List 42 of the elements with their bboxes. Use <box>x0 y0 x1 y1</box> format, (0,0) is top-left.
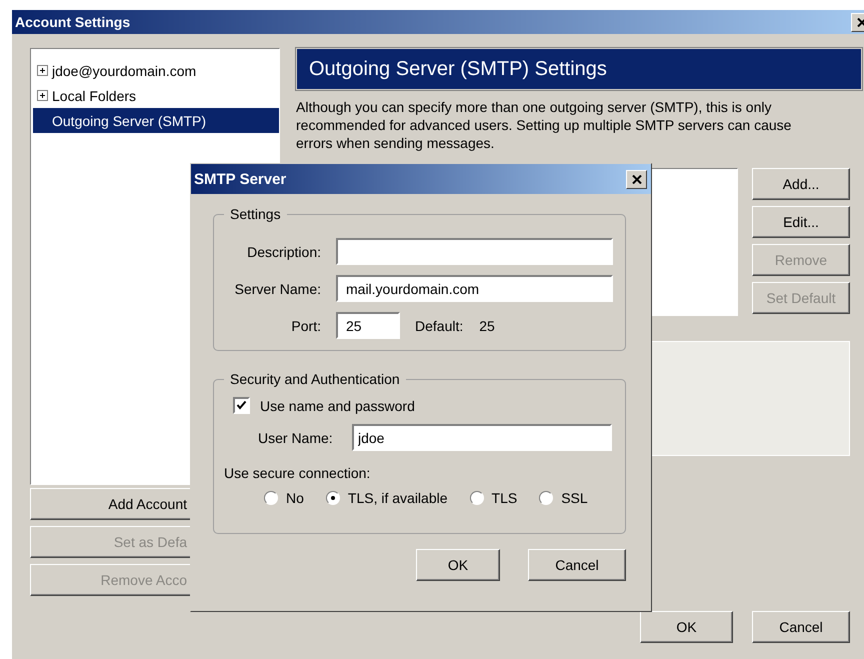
radio-button[interactable] <box>326 491 340 505</box>
default-label: Default: <box>415 318 464 334</box>
port-field[interactable]: 25 <box>336 312 400 339</box>
checkmark-icon <box>236 400 247 411</box>
radio-label[interactable]: No <box>286 490 304 506</box>
radio-label[interactable]: TLS, if available <box>348 490 448 506</box>
group-label: Security and Authentication <box>229 371 401 387</box>
radio-label[interactable]: TLS <box>492 490 518 506</box>
field-label: Use secure connection: <box>224 465 372 481</box>
radio-button[interactable] <box>539 491 554 505</box>
tree-item[interactable]: Outgoing Server (SMTP) <box>33 108 279 133</box>
radio-button[interactable] <box>470 491 484 505</box>
close-icon <box>856 18 864 26</box>
tree-item[interactable]: Local Folders <box>33 83 279 108</box>
input-field[interactable]: jdoe <box>352 424 612 451</box>
input-field[interactable]: mail.yourdomain.com <box>336 275 613 302</box>
description-text: Although you can specify more than one outgoing server (SMTP), this is only recommended for advanced users. Setting up multiple SMTP servers can cause errors when sending messages. <box>296 98 792 152</box>
expand-icon[interactable] <box>37 65 48 76</box>
server-button[interactable]: Edit... <box>752 206 850 238</box>
input-field[interactable] <box>336 238 613 265</box>
server-button[interactable]: Add... <box>752 168 850 200</box>
checkbox-label[interactable]: Use name and password <box>260 398 415 414</box>
dialog-button[interactable]: OK <box>640 611 733 643</box>
field-label: Server Name: <box>234 280 321 296</box>
dialog-title: SMTP Server <box>194 170 288 188</box>
tree-item[interactable]: jdoe@yourdomain.com <box>33 58 279 83</box>
close-icon <box>632 174 642 184</box>
field-label: Port: <box>290 318 321 334</box>
expand-icon[interactable] <box>37 90 48 101</box>
group-label: Settings <box>229 206 282 222</box>
dialog-button[interactable]: Cancel <box>752 611 850 643</box>
field-label: User Name: <box>258 430 334 446</box>
window-title: Account Settings <box>15 14 132 30</box>
radio-label[interactable]: SSL <box>561 490 588 506</box>
dialog-button[interactable]: Cancel <box>528 549 626 581</box>
default-value: 25 <box>479 318 495 334</box>
dialog-button[interactable]: OK <box>416 549 500 581</box>
panel-heading: Outgoing Server (SMTP) Settings <box>296 48 862 90</box>
checkbox[interactable] <box>233 397 250 414</box>
radio-button[interactable] <box>264 491 278 505</box>
close-button[interactable] <box>626 170 647 188</box>
field-label: Description: <box>246 244 321 260</box>
